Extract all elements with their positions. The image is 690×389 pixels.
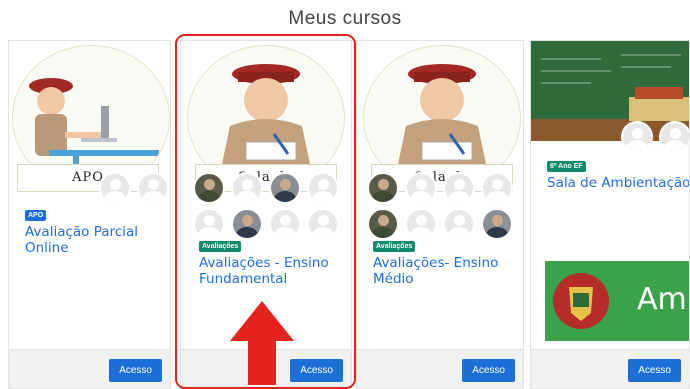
course-category-badge: APO: [25, 210, 47, 221]
access-button[interactable]: Acesso: [109, 359, 162, 382]
access-button[interactable]: Acesso: [628, 359, 681, 382]
course-name-link[interactable]: Sala de Ambientação: [547, 175, 689, 191]
avatar[interactable]: [137, 172, 169, 204]
shield-emblem-icon: [553, 273, 609, 329]
avatar[interactable]: [405, 172, 437, 204]
course-info: Avaliações Avaliações- Ensino Médio: [373, 235, 523, 287]
course-card-ensino-medio[interactable]: Sala de Avaliações Avaliações Avaliações…: [356, 40, 524, 389]
avatar[interactable]: [193, 172, 225, 204]
avatar[interactable]: [231, 172, 263, 204]
course-category-badge: Avaliações: [199, 241, 242, 252]
avatar[interactable]: [367, 172, 399, 204]
course-info: Avaliações Avaliações - Ensino Fundament…: [199, 235, 349, 287]
avatar[interactable]: [659, 121, 689, 153]
course-name-link[interactable]: Avaliações- Ensino Médio: [373, 255, 523, 287]
course-card-sala-ambientacao[interactable]: 6º Ano EF Sala de Ambientação Amb ◀ ▶ Ac…: [530, 40, 690, 389]
course-summary-image: Amb: [545, 261, 689, 341]
course-name-link[interactable]: Avaliações - Ensino Fundamental: [199, 255, 349, 287]
avatar[interactable]: [307, 172, 339, 204]
participants: [621, 121, 689, 153]
participants: [193, 172, 351, 240]
card-footer: Acesso: [531, 349, 689, 388]
summary-image-text: Amb: [637, 282, 689, 317]
avatar[interactable]: [269, 172, 301, 204]
course-info: 6º Ano EF Sala de Ambientação: [547, 155, 689, 191]
participants: [367, 172, 523, 240]
avatar[interactable]: [99, 172, 131, 204]
page-title: Meus cursos: [288, 8, 402, 29]
course-name-link[interactable]: Avaliação Parcial Online: [25, 224, 170, 256]
red-up-arrow-icon: [230, 301, 294, 385]
avatar[interactable]: [481, 172, 513, 204]
card-footer: Acesso: [357, 349, 523, 388]
avatar[interactable]: [621, 121, 653, 153]
course-category-badge: 6º Ano EF: [547, 161, 586, 172]
access-button[interactable]: Acesso: [462, 359, 515, 382]
card-footer: Acesso: [9, 349, 170, 388]
access-button[interactable]: Acesso: [290, 359, 343, 382]
course-info: APO Avaliação Parcial Online: [25, 204, 170, 256]
avatar[interactable]: [443, 172, 475, 204]
course-card-apo[interactable]: APO APO Avaliação Parcial Online Acesso: [8, 40, 171, 389]
participants: [99, 172, 169, 204]
course-category-badge: Avaliações: [373, 241, 416, 252]
